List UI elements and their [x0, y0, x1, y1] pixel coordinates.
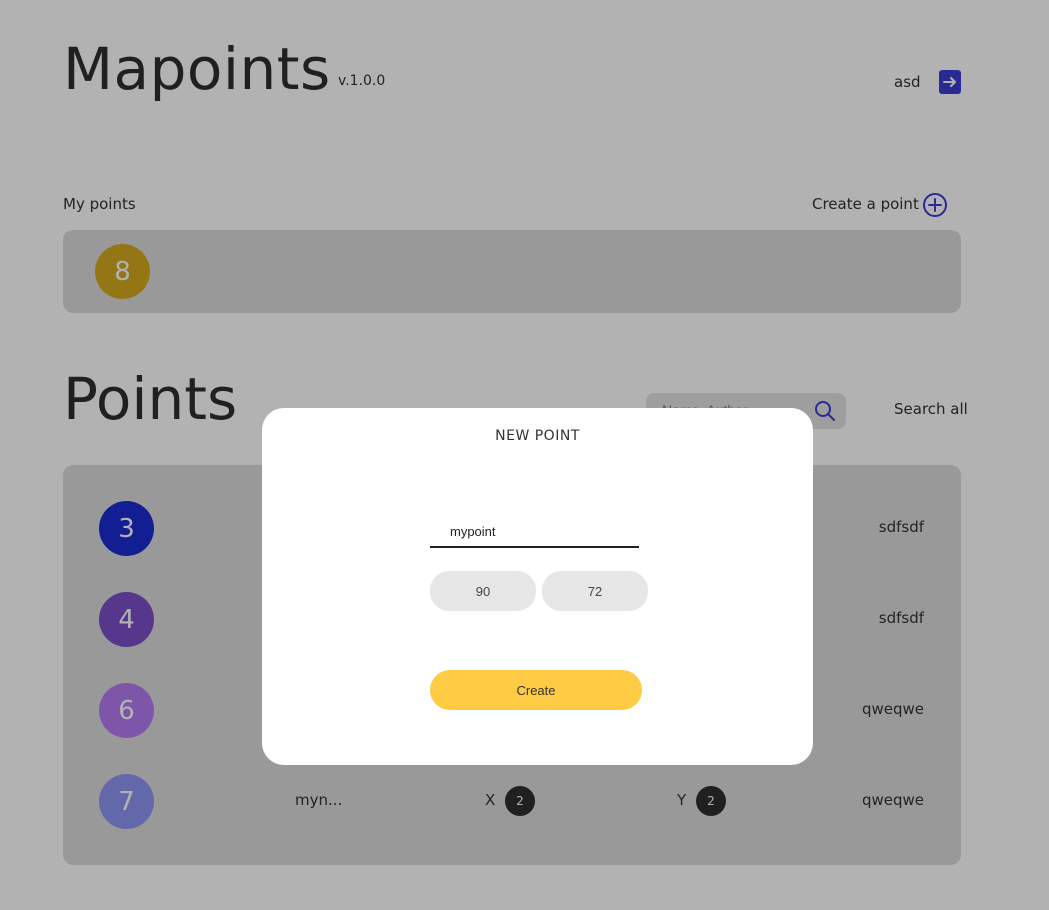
- y-coordinate-input[interactable]: [542, 571, 648, 611]
- create-button[interactable]: Create: [430, 670, 642, 710]
- new-point-modal: NEW POINT Create: [262, 408, 813, 765]
- x-coordinate-input[interactable]: [430, 571, 536, 611]
- modal-title: NEW POINT: [495, 428, 580, 444]
- page: Mapoints v.1.0.0 asd My points Create a …: [0, 0, 1049, 910]
- point-name-input[interactable]: [430, 516, 639, 548]
